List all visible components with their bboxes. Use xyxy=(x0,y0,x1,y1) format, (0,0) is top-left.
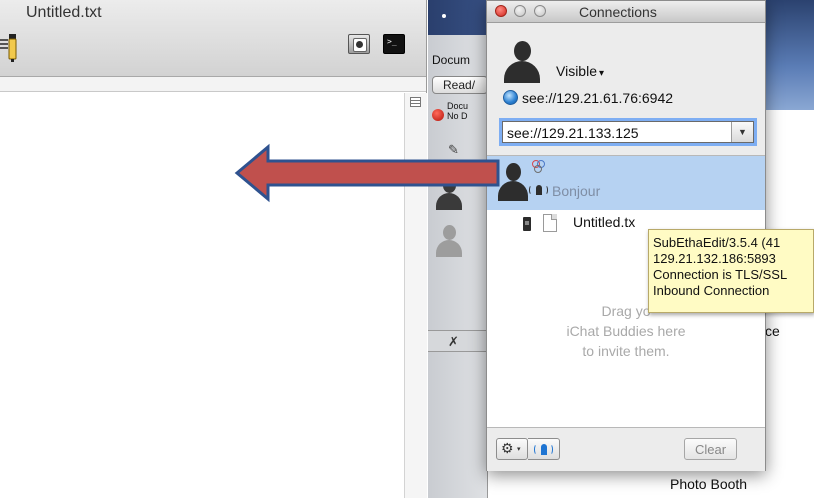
titlebar-dot xyxy=(442,14,446,18)
document-label: Docum xyxy=(432,53,471,67)
tooltip-line: Inbound Connection xyxy=(653,283,770,298)
tooltip-line: 129.21.132.186:5893 xyxy=(653,251,776,266)
arrow-shape xyxy=(234,143,500,203)
visibility-menu[interactable]: Visible ▾ xyxy=(556,63,604,79)
zoom-window-button[interactable] xyxy=(534,5,546,17)
participant-avatar xyxy=(436,225,462,259)
read-button[interactable]: Read/ xyxy=(432,76,488,94)
list-item-bonjour[interactable]: Bonjour xyxy=(487,156,765,210)
minimize-window-button[interactable] xyxy=(514,5,526,17)
visibility-label: Visible xyxy=(556,63,597,79)
background-sidebar: Docum Read/ Docu No D ✎ ✗ xyxy=(428,35,488,498)
tooltip-line: SubEthaEdit/3.5.4 (41 xyxy=(653,235,781,250)
text-file-icon xyxy=(543,214,557,232)
close-window-button[interactable] xyxy=(495,5,507,17)
document-status-label: Docu No D xyxy=(447,101,468,121)
doc-label-line1: Docu xyxy=(447,101,469,111)
terminal-icon: >_ xyxy=(387,37,397,46)
editor-window: Untitled.txt >_ xyxy=(0,0,427,498)
chevron-down-icon: ▾ xyxy=(517,446,521,453)
action-menu-button[interactable]: ⚙ ▾ xyxy=(496,438,528,460)
doc-label-line2: No D xyxy=(447,111,468,121)
bonjour-logo-icon xyxy=(532,160,546,174)
document-access-icon xyxy=(523,217,531,231)
shared-document-name: Untitled.tx xyxy=(573,214,636,230)
connection-tooltip: SubEthaEdit/3.5.4 (41 129.21.132.186:589… xyxy=(648,229,814,313)
connections-footer: ⚙ ▾ Clear xyxy=(487,429,765,471)
drop-hint-line2: iChat Buddies here xyxy=(566,323,686,339)
tooltip-line: Connection is TLS/SSL xyxy=(653,267,788,282)
broadcast-icon xyxy=(528,184,550,196)
marker-pen-icon[interactable] xyxy=(0,33,20,63)
drop-hint-line3: to invite them. xyxy=(582,343,670,359)
clear-button[interactable]: Clear xyxy=(684,438,737,460)
address-combobox[interactable]: ▼ xyxy=(502,121,754,143)
address-dropdown-button[interactable]: ▼ xyxy=(731,122,753,142)
pin-icon: ✗ xyxy=(448,334,459,349)
terminal-button[interactable]: >_ xyxy=(383,34,405,54)
symbol-menu-icon[interactable] xyxy=(410,97,421,107)
partial-text: ce xyxy=(765,323,780,339)
address-input[interactable] xyxy=(507,124,727,141)
dropdown-arrow-icon: ▼ xyxy=(738,127,747,137)
document-status-icon xyxy=(432,109,444,121)
editor-toolbar: Untitled.txt >_ xyxy=(0,0,426,77)
drop-hint-line1: Drag yo xyxy=(601,303,651,319)
chevron-down-icon: ▾ xyxy=(599,68,605,79)
window-title: Untitled.txt xyxy=(26,4,102,21)
bonjour-label: Bonjour xyxy=(552,183,601,199)
connections-titlebar[interactable]: Connections xyxy=(487,1,765,23)
globe-icon xyxy=(503,90,518,105)
bonjour-toggle-button[interactable] xyxy=(528,438,560,460)
connections-title: Connections xyxy=(579,4,657,20)
annotation-arrow xyxy=(234,143,500,203)
participants-button[interactable] xyxy=(348,34,370,54)
my-avatar xyxy=(504,41,540,85)
photo-booth-label[interactable]: Photo Booth xyxy=(670,476,747,492)
gear-icon: ⚙ xyxy=(501,440,514,456)
own-address: see://129.21.61.76:6942 xyxy=(522,90,674,106)
editor-ruler xyxy=(0,77,426,92)
